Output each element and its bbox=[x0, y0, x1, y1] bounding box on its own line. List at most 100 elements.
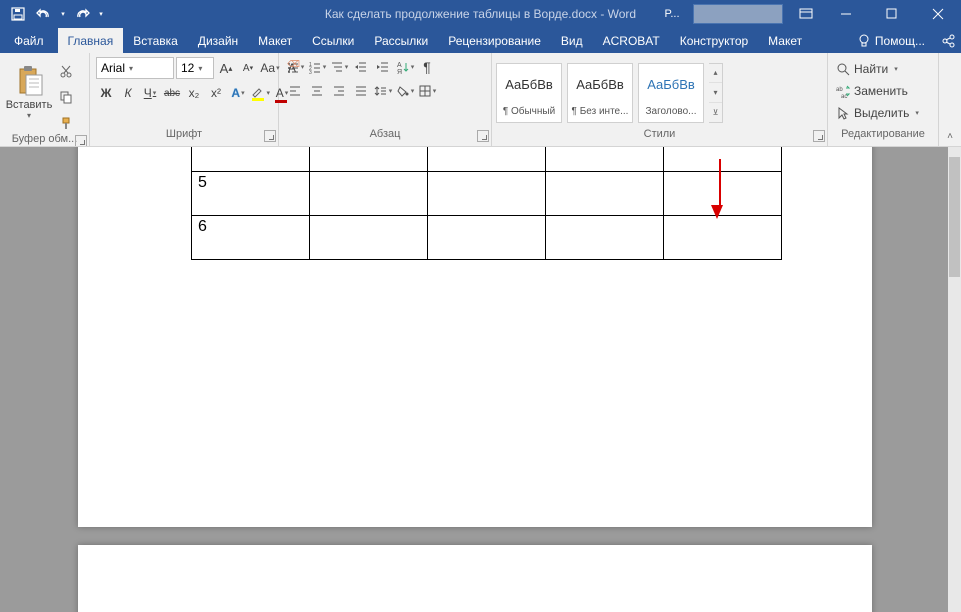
numbering-button[interactable]: 123 bbox=[307, 57, 327, 77]
borders-button[interactable] bbox=[417, 81, 437, 101]
title-bar: ▾ ▾ Как сделать продолжение таблицы в Во… bbox=[0, 0, 961, 28]
superscript-button[interactable]: x² bbox=[206, 83, 226, 103]
undo-button[interactable] bbox=[32, 2, 56, 26]
scrollbar-thumb[interactable] bbox=[949, 157, 960, 277]
document-area: 5 6 7 8 bbox=[0, 147, 961, 612]
page-2[interactable]: 7 8 bbox=[78, 545, 872, 612]
table-cell[interactable] bbox=[546, 215, 664, 259]
paragraph-launcher[interactable] bbox=[477, 130, 489, 142]
tab-design[interactable]: Дизайн bbox=[188, 28, 248, 53]
copy-button[interactable] bbox=[56, 87, 76, 107]
decrease-indent-button[interactable] bbox=[351, 57, 371, 77]
highlight-button[interactable] bbox=[250, 83, 270, 103]
window-controls: P... bbox=[657, 0, 961, 28]
table-cell[interactable]: 5 bbox=[192, 171, 310, 215]
undo-dropdown[interactable]: ▾ bbox=[58, 2, 68, 26]
strikethrough-button[interactable]: abc bbox=[162, 83, 182, 103]
table-row[interactable]: 5 bbox=[192, 171, 782, 215]
replace-button[interactable]: abacЗаменить bbox=[834, 81, 910, 101]
shading-button[interactable] bbox=[395, 81, 415, 101]
select-button[interactable]: Выделить bbox=[834, 103, 921, 123]
group-font: Arial▾ 12▾ A▴ A▾ Aa A⌫ Ж К Ч abc x₂ x² A… bbox=[90, 53, 279, 146]
justify-button[interactable] bbox=[351, 81, 371, 101]
underline-button[interactable]: Ч bbox=[140, 83, 160, 103]
style-no-spacing[interactable]: АаБбВв¶ Без инте... bbox=[567, 63, 633, 123]
minimize-button[interactable] bbox=[823, 0, 869, 28]
table-cell[interactable]: 6 bbox=[192, 215, 310, 259]
user-account[interactable] bbox=[693, 4, 783, 24]
paste-dropdown[interactable]: ▾ bbox=[27, 111, 31, 120]
ribbon: Вставить ▾ Буфер обм... Arial▾ 12▾ A▴ A▾… bbox=[0, 53, 961, 147]
qat-customize[interactable]: ▾ bbox=[96, 2, 106, 26]
multilevel-list-button[interactable] bbox=[329, 57, 349, 77]
clipboard-group-label: Буфер обм... bbox=[12, 133, 78, 145]
bold-button[interactable]: Ж bbox=[96, 83, 116, 103]
svg-text:ab: ab bbox=[836, 87, 843, 93]
editing-group-label: Редактирование bbox=[841, 128, 925, 140]
group-editing: Найти abacЗаменить Выделить Редактирован… bbox=[828, 53, 939, 146]
grow-font-button[interactable]: A▴ bbox=[216, 58, 236, 78]
table-row[interactable]: 6 bbox=[192, 215, 782, 259]
table-cell[interactable] bbox=[310, 215, 428, 259]
tab-mailings[interactable]: Рассылки bbox=[364, 28, 438, 53]
table-row[interactable] bbox=[192, 147, 782, 171]
close-button[interactable] bbox=[915, 0, 961, 28]
style-normal[interactable]: АаБбВв¶ Обычный bbox=[496, 63, 562, 123]
clipboard-launcher[interactable] bbox=[75, 135, 87, 146]
acrobat-badge[interactable]: P... bbox=[657, 6, 687, 22]
table-cell[interactable] bbox=[310, 171, 428, 215]
page-1[interactable]: 5 6 bbox=[78, 147, 872, 527]
font-launcher[interactable] bbox=[264, 130, 276, 142]
format-painter-button[interactable] bbox=[56, 113, 76, 133]
share-button[interactable] bbox=[935, 28, 961, 53]
font-group-label: Шрифт bbox=[166, 128, 202, 140]
tab-table-design[interactable]: Конструктор bbox=[670, 28, 758, 53]
shrink-font-button[interactable]: A▾ bbox=[238, 58, 258, 78]
collapse-ribbon-button[interactable]: ˄ bbox=[939, 53, 961, 146]
sort-button[interactable]: AЯ bbox=[395, 57, 415, 77]
show-marks-button[interactable]: ¶ bbox=[417, 57, 437, 77]
group-styles: АаБбВв¶ Обычный АаБбВв¶ Без инте... АаБб… bbox=[492, 53, 828, 146]
align-center-button[interactable] bbox=[307, 81, 327, 101]
tab-insert[interactable]: Вставка bbox=[123, 28, 188, 53]
tab-layout[interactable]: Макет bbox=[248, 28, 302, 53]
subscript-button[interactable]: x₂ bbox=[184, 83, 204, 103]
paste-button[interactable]: Вставить ▾ bbox=[6, 61, 52, 129]
tab-view[interactable]: Вид bbox=[551, 28, 593, 53]
maximize-button[interactable] bbox=[869, 0, 915, 28]
redo-button[interactable] bbox=[70, 2, 94, 26]
style-heading1[interactable]: АаБбВвЗаголово... bbox=[638, 63, 704, 123]
document-table-part1[interactable]: 5 6 bbox=[191, 147, 782, 260]
align-left-button[interactable] bbox=[285, 81, 305, 101]
font-size-combo[interactable]: 12▾ bbox=[176, 57, 214, 79]
text-effects-button[interactable]: A bbox=[228, 83, 248, 103]
tab-review[interactable]: Рецензирование bbox=[438, 28, 551, 53]
replace-icon: abac bbox=[836, 84, 850, 98]
change-case-button[interactable]: Aa bbox=[260, 58, 280, 78]
align-right-button[interactable] bbox=[329, 81, 349, 101]
styles-launcher[interactable] bbox=[813, 130, 825, 142]
vertical-scrollbar[interactable] bbox=[948, 147, 961, 612]
cursor-icon bbox=[836, 106, 850, 120]
tell-me[interactable]: Помощ... bbox=[847, 28, 935, 53]
tab-file[interactable]: Файл bbox=[0, 28, 58, 53]
styles-gallery-more[interactable]: ▴▾⊻ bbox=[709, 63, 723, 123]
font-name-combo[interactable]: Arial▾ bbox=[96, 57, 174, 79]
tab-references[interactable]: Ссылки bbox=[302, 28, 364, 53]
table-cell[interactable] bbox=[428, 171, 546, 215]
italic-button[interactable]: К bbox=[118, 83, 138, 103]
find-button[interactable]: Найти bbox=[834, 59, 900, 79]
svg-text:Я: Я bbox=[397, 69, 402, 74]
table-cell[interactable] bbox=[546, 171, 664, 215]
increase-indent-button[interactable] bbox=[373, 57, 393, 77]
save-button[interactable] bbox=[6, 2, 30, 26]
ribbon-display-options[interactable] bbox=[789, 0, 823, 28]
tab-table-layout[interactable]: Макет bbox=[758, 28, 812, 53]
cut-button[interactable] bbox=[56, 61, 76, 81]
styles-group-label: Стили bbox=[644, 128, 676, 140]
tab-acrobat[interactable]: ACROBAT bbox=[593, 28, 670, 53]
line-spacing-button[interactable] bbox=[373, 81, 393, 101]
table-cell[interactable] bbox=[664, 215, 782, 259]
table-cell[interactable] bbox=[428, 215, 546, 259]
tab-home[interactable]: Главная bbox=[58, 28, 124, 53]
